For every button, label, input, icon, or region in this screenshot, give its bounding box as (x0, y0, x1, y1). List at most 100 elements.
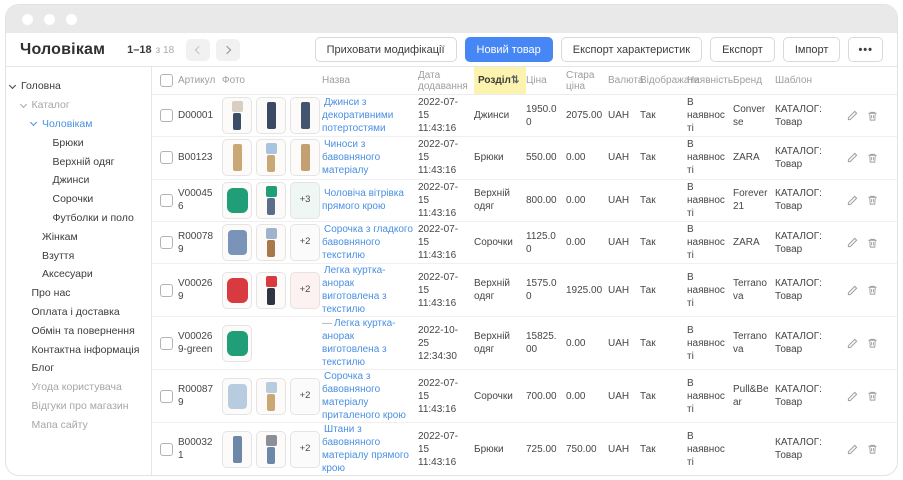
delete-icon[interactable] (867, 390, 878, 402)
export-characteristics-button[interactable]: Експорт характеристик (561, 37, 702, 62)
sidebar-item[interactable]: Джинси (6, 171, 151, 190)
edit-icon[interactable] (847, 338, 858, 349)
row-checkbox[interactable] (160, 151, 173, 164)
sidebar-item[interactable]: Аксесуари (6, 265, 151, 284)
more-photos-badge[interactable]: +2 (290, 431, 320, 468)
row-checkbox[interactable] (160, 443, 173, 456)
more-button[interactable]: ••• (848, 37, 883, 62)
product-link[interactable]: Чиноси з бавовняного матеріалу (322, 139, 380, 176)
delete-icon[interactable] (867, 194, 878, 206)
edit-icon[interactable] (847, 444, 858, 455)
export-button[interactable]: Експорт (710, 37, 775, 62)
new-product-button[interactable]: Новий товар (465, 37, 553, 62)
product-photo[interactable] (222, 97, 252, 134)
product-photo[interactable] (256, 97, 286, 134)
delete-icon[interactable] (867, 152, 878, 164)
delete-icon[interactable] (867, 110, 878, 122)
row-checkbox[interactable] (160, 337, 173, 350)
product-link[interactable]: Легка куртка-анорак виготовлена з тексти… (322, 318, 396, 368)
sidebar-item[interactable]: Відгуки про магазин (6, 397, 151, 416)
column-header-price[interactable]: Ціна (526, 67, 566, 94)
sidebar-item[interactable]: Жінкам (6, 227, 151, 246)
column-header-cur[interactable]: Валюта (608, 67, 640, 94)
sidebar-item[interactable]: Мапа сайту (6, 415, 151, 434)
delete-icon[interactable] (867, 284, 878, 296)
product-photo[interactable] (222, 272, 252, 309)
product-photo[interactable] (222, 325, 252, 362)
sidebar-item[interactable]: Футболки и поло (6, 209, 151, 228)
product-link[interactable]: Штани з бавовняного матеріалу прямого кр… (322, 424, 409, 474)
sidebar-item[interactable]: Взуття (6, 246, 151, 265)
row-checkbox[interactable] (160, 236, 173, 249)
sidebar-item[interactable]: Контактна інформація (6, 340, 151, 359)
row-checkbox[interactable] (160, 194, 173, 207)
sidebar-item[interactable]: Чоловікам (6, 115, 151, 134)
more-photos-badge[interactable]: +2 (290, 272, 320, 309)
more-photos-badge[interactable]: +3 (290, 182, 320, 219)
sidebar-item[interactable]: Верхній одяг (6, 152, 151, 171)
prev-page-button[interactable] (186, 39, 210, 61)
row-sku: D00001 (178, 109, 222, 122)
edit-icon[interactable] (847, 285, 858, 296)
product-photo[interactable] (256, 224, 286, 261)
import-button[interactable]: Імпорт (783, 37, 841, 62)
sidebar-item[interactable]: Каталог (6, 96, 151, 115)
product-photo[interactable] (222, 378, 252, 415)
column-header-date[interactable]: Дата додавання (418, 67, 474, 94)
edit-icon[interactable] (847, 152, 858, 163)
delete-icon[interactable] (867, 443, 878, 455)
window-control-maximize[interactable] (66, 14, 77, 25)
row-checkbox[interactable] (160, 284, 173, 297)
product-photo[interactable] (256, 272, 286, 309)
sort-icon[interactable]: ⇅ (511, 75, 519, 86)
column-header-tpl[interactable]: Шаблон (775, 67, 847, 94)
product-link[interactable]: Сорочка з гладкого бавовняного текстилю (322, 224, 413, 261)
window-control-minimize[interactable] (44, 14, 55, 25)
column-header-photo[interactable]: Фото (222, 67, 322, 94)
edit-icon[interactable] (847, 237, 858, 248)
sidebar-item[interactable]: Обмін та повернення (6, 321, 151, 340)
column-header-name[interactable]: Назва (322, 67, 418, 94)
row-checkbox[interactable] (160, 109, 173, 122)
column-header-disp[interactable]: Відображати (640, 67, 687, 94)
row-currency: UAH (608, 443, 640, 456)
more-photos-badge[interactable]: +2 (290, 224, 320, 261)
product-photo[interactable] (290, 139, 320, 176)
delete-icon[interactable] (867, 237, 878, 249)
sidebar-item[interactable]: Блог (6, 359, 151, 378)
row-checkbox[interactable] (160, 390, 173, 403)
product-link[interactable]: Сорочка з бавовняного матеріалу притален… (322, 371, 406, 421)
product-photo[interactable] (222, 431, 252, 468)
product-link[interactable]: Чоловіча вітрівка прямого крою (322, 188, 404, 212)
product-photo[interactable] (222, 224, 252, 261)
sidebar-item[interactable]: Головна (6, 77, 151, 96)
column-header-avail[interactable]: Наявність (687, 67, 733, 94)
product-photo[interactable] (222, 139, 252, 176)
column-header-old[interactable]: Стара ціна (566, 67, 608, 94)
product-link[interactable]: Джинси з декоративними потертостями (322, 97, 393, 134)
product-link[interactable]: Легка куртка-анорак виготовлена з тексти… (322, 265, 387, 315)
select-all-checkbox[interactable] (160, 74, 173, 87)
column-header-section[interactable]: Розділ⇅ (474, 67, 526, 94)
product-photo[interactable] (222, 182, 252, 219)
sidebar-item[interactable]: Угода користувача (6, 378, 151, 397)
product-photo[interactable] (256, 139, 286, 176)
window-control-close[interactable] (22, 14, 33, 25)
column-header-brand[interactable]: Бренд (733, 67, 775, 94)
hide-modifications-button[interactable]: Приховати модифікації (315, 37, 457, 62)
sidebar-item[interactable]: Про нас (6, 284, 151, 303)
next-page-button[interactable] (216, 39, 240, 61)
delete-icon[interactable] (867, 337, 878, 349)
edit-icon[interactable] (847, 110, 858, 121)
sidebar-item[interactable]: Брюки (6, 133, 151, 152)
product-photo[interactable] (290, 97, 320, 134)
more-photos-badge[interactable]: +2 (290, 378, 320, 415)
edit-icon[interactable] (847, 391, 858, 402)
product-photo[interactable] (256, 378, 286, 415)
edit-icon[interactable] (847, 195, 858, 206)
sidebar-item[interactable]: Оплата і доставка (6, 303, 151, 322)
sidebar-item[interactable]: Сорочки (6, 190, 151, 209)
product-photo[interactable] (256, 431, 286, 468)
column-header-sku[interactable]: Артикул (178, 67, 222, 94)
product-photo[interactable] (256, 182, 286, 219)
